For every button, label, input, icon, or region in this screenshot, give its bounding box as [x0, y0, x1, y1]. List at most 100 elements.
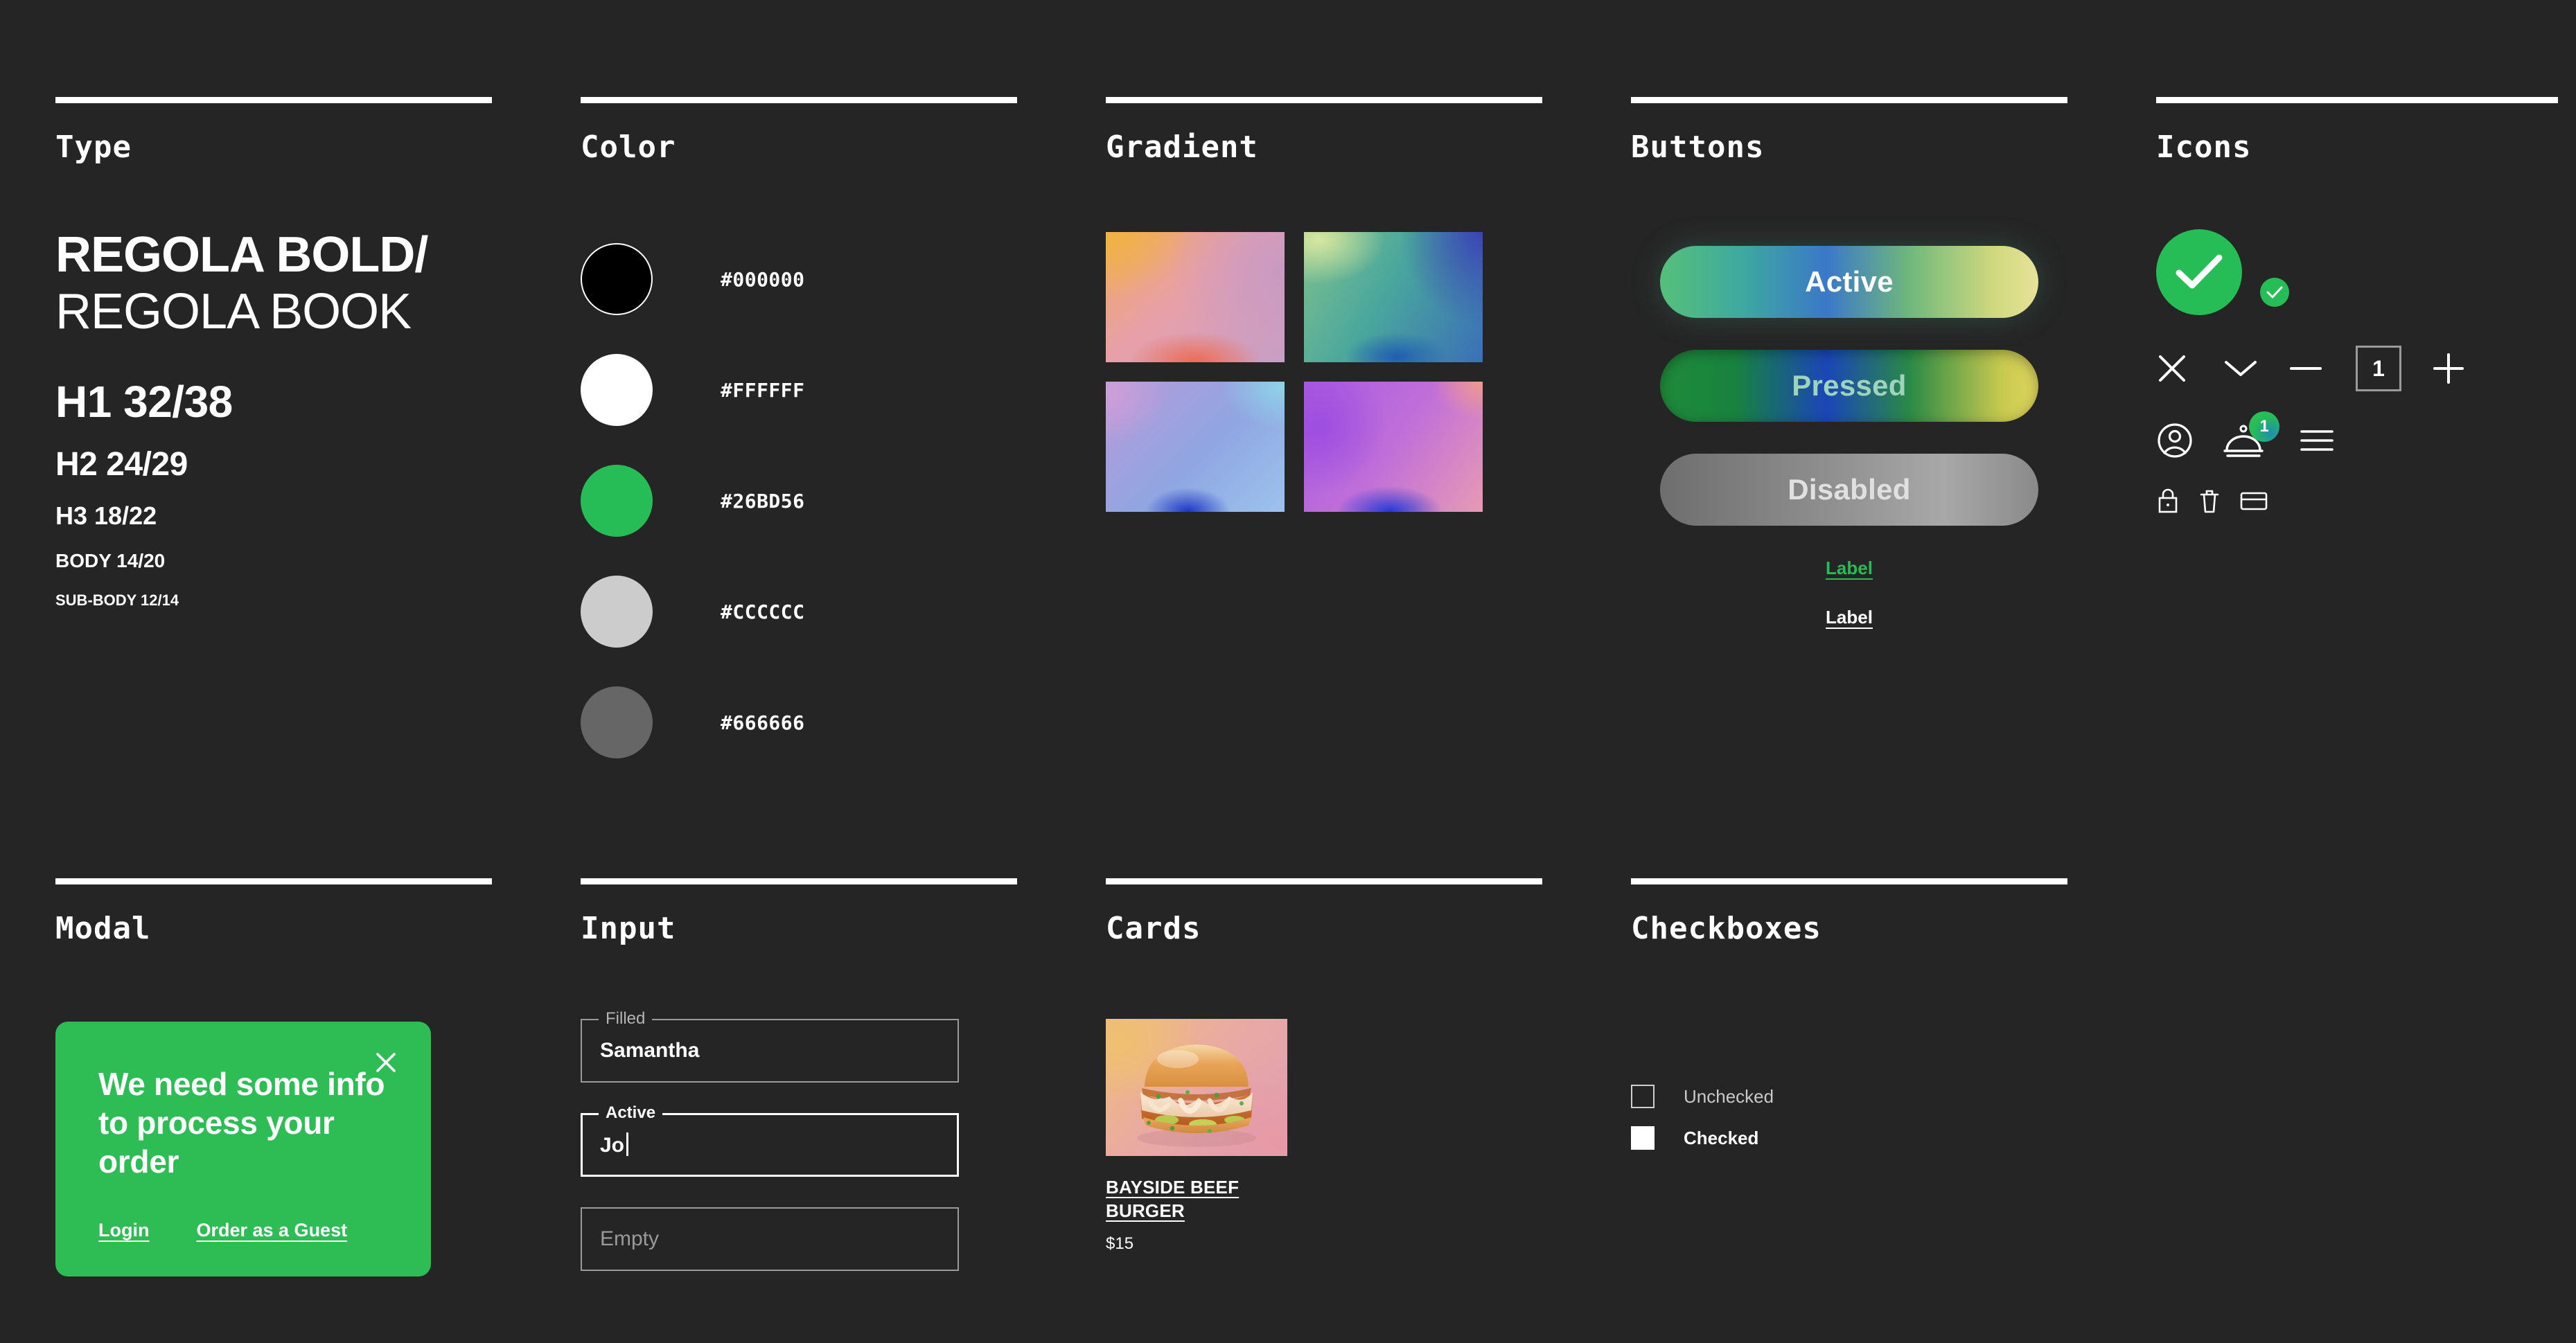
input-legend-active: Active	[599, 1103, 662, 1123]
check-circle-large-icon[interactable]	[2156, 229, 2242, 315]
icon-gallery: 1	[2156, 229, 2558, 515]
color-swatch-white	[581, 354, 653, 426]
color-swatch-label: #26BD56	[721, 490, 805, 513]
input-legend-filled: Filled	[599, 1009, 652, 1029]
color-swatch-light-grey	[581, 576, 653, 648]
checkbox-label-checked: Checked	[1684, 1128, 1758, 1149]
disabled-button: Disabled	[1660, 454, 2038, 526]
input-placeholder-empty[interactable]: Empty	[600, 1227, 659, 1251]
burger-photo	[1106, 1019, 1287, 1156]
gradient-tile-lilac-blue	[1106, 382, 1285, 512]
quantity-stepper-value[interactable]: 1	[2356, 346, 2401, 391]
check-icon-row	[2156, 229, 2558, 315]
input-field-filled[interactable]: Filled Samantha	[581, 1019, 959, 1083]
chevron-down-icon[interactable]	[2223, 358, 2289, 379]
color-swatch-row: #CCCCCC	[581, 556, 1017, 667]
user-icon[interactable]	[2156, 422, 2223, 459]
gradient-tile-sunset-peach	[1106, 232, 1285, 362]
section-cards: Cards	[1106, 878, 1542, 1254]
input-typed-text: Jo	[600, 1134, 624, 1157]
active-button[interactable]: Active	[1660, 246, 2038, 318]
color-swatch-dark-grey	[581, 686, 653, 758]
color-swatch-black	[581, 243, 653, 315]
section-modal: Modal We need some info to process your …	[55, 878, 492, 1277]
type-family-book: REGOLA BOOK	[55, 283, 492, 340]
checkbox-row-checked[interactable]: Checked	[1631, 1117, 2067, 1159]
color-swatch-label: #FFFFFF	[721, 379, 805, 402]
checkbox-unchecked[interactable]	[1631, 1085, 1655, 1108]
section-checkboxes: Checkboxes Unchecked Checked	[1631, 878, 2067, 1159]
type-family-bold: REGOLA BOLD/	[55, 226, 492, 283]
credit-card-icon[interactable]	[2239, 490, 2281, 512]
type-scale-h1: H1 32/38	[55, 376, 492, 427]
bell-badge-count: 1	[2249, 411, 2279, 442]
link-label-white[interactable]: Label	[1826, 607, 1873, 628]
checkbox-label-unchecked: Unchecked	[1684, 1086, 1774, 1108]
product-card[interactable]: BAYSIDE BEEF BURGER $15	[1106, 1019, 1287, 1254]
icon-row-utility	[2156, 487, 2558, 515]
input-field-list: Filled Samantha Active Jo Empty	[581, 1019, 1017, 1271]
close-icon[interactable]	[2156, 353, 2223, 384]
section-rule	[1631, 878, 2067, 884]
type-scale-h3: H3 18/22	[55, 501, 492, 531]
section-rule	[581, 878, 1017, 884]
plus-icon[interactable]	[2432, 352, 2498, 385]
modal-login-link[interactable]: Login	[98, 1220, 149, 1241]
card-product-title[interactable]: BAYSIDE BEEF BURGER	[1106, 1175, 1287, 1223]
color-swatch-list: #000000 #FFFFFF #26BD56 #CCCCCC #666666	[581, 224, 1017, 778]
icon-row-nav: 1	[2156, 422, 2558, 459]
check-circle-small-icon[interactable]	[2260, 278, 2289, 307]
modal-title: We need some info to process your order	[98, 1065, 391, 1181]
color-swatch-label: #666666	[721, 711, 805, 734]
section-title-color: Color	[581, 132, 1017, 163]
checkbox-list: Unchecked Checked	[1631, 1076, 2067, 1159]
design-system-board: Type REGOLA BOLD/ REGOLA BOOK H1 32/38 H…	[0, 0, 2576, 1343]
modal-dialog: We need some info to process your order …	[55, 1022, 431, 1277]
section-title-gradient: Gradient	[1106, 132, 1542, 163]
bell-icon-wrapper[interactable]: 1	[2223, 423, 2299, 459]
section-rule	[1106, 97, 1542, 103]
section-title-buttons: Buttons	[1631, 132, 2067, 163]
section-title-input: Input	[581, 914, 1017, 944]
checkbox-row-unchecked[interactable]: Unchecked	[1631, 1076, 2067, 1117]
color-swatch-row: #FFFFFF	[581, 335, 1017, 445]
section-title-type: Type	[55, 132, 492, 163]
trash-icon[interactable]	[2198, 487, 2239, 515]
gradient-tile-purple-pink	[1304, 382, 1483, 512]
section-rule	[55, 878, 492, 884]
gradient-tile-green-blue	[1304, 232, 1483, 362]
color-swatch-row: #26BD56	[581, 445, 1017, 556]
section-rule	[1106, 878, 1542, 884]
quantity-stepper[interactable]: 1	[2356, 346, 2432, 391]
input-field-empty[interactable]: Empty	[581, 1207, 959, 1271]
input-field-active[interactable]: Active Jo	[581, 1113, 959, 1177]
hamburger-menu-icon[interactable]	[2299, 427, 2365, 454]
link-label-green[interactable]: Label	[1826, 558, 1873, 579]
input-value-active[interactable]: Jo	[600, 1132, 628, 1157]
color-swatch-row: #666666	[581, 667, 1017, 778]
checkbox-checked[interactable]	[1631, 1126, 1655, 1150]
section-title-icons: Icons	[2156, 132, 2558, 163]
type-scale-sub-body: SUB-BODY 12/14	[55, 592, 492, 610]
lock-icon[interactable]	[2156, 487, 2198, 515]
section-icons: Icons	[2156, 97, 2558, 515]
gradient-grid	[1106, 232, 1542, 512]
modal-guest-link[interactable]: Order as a Guest	[196, 1220, 347, 1241]
section-color: Color #000000 #FFFFFF #26BD56 #CCCCCC #6…	[581, 97, 1017, 778]
section-title-cards: Cards	[1106, 914, 1542, 944]
section-title-modal: Modal	[55, 914, 492, 944]
pressed-button[interactable]: Pressed	[1660, 350, 2038, 422]
color-swatch-green	[581, 465, 653, 537]
room-service-bell-icon[interactable]: 1	[2223, 423, 2264, 459]
input-value-filled[interactable]: Samantha	[600, 1039, 699, 1062]
section-rule	[2156, 97, 2558, 103]
type-specimen: REGOLA BOLD/ REGOLA BOOK H1 32/38 H2 24/…	[55, 226, 492, 610]
modal-close-icon[interactable]	[374, 1051, 398, 1074]
icon-row-controls: 1	[2156, 346, 2558, 391]
section-type: Type REGOLA BOLD/ REGOLA BOOK H1 32/38 H…	[55, 97, 492, 610]
button-states-list: Active Pressed Disabled Label Label	[1631, 246, 2067, 628]
minus-icon[interactable]	[2289, 364, 2356, 373]
section-rule	[55, 97, 492, 103]
section-input: Input Filled Samantha Active Jo Empty	[581, 878, 1017, 1301]
card-product-price: $15	[1106, 1234, 1287, 1254]
